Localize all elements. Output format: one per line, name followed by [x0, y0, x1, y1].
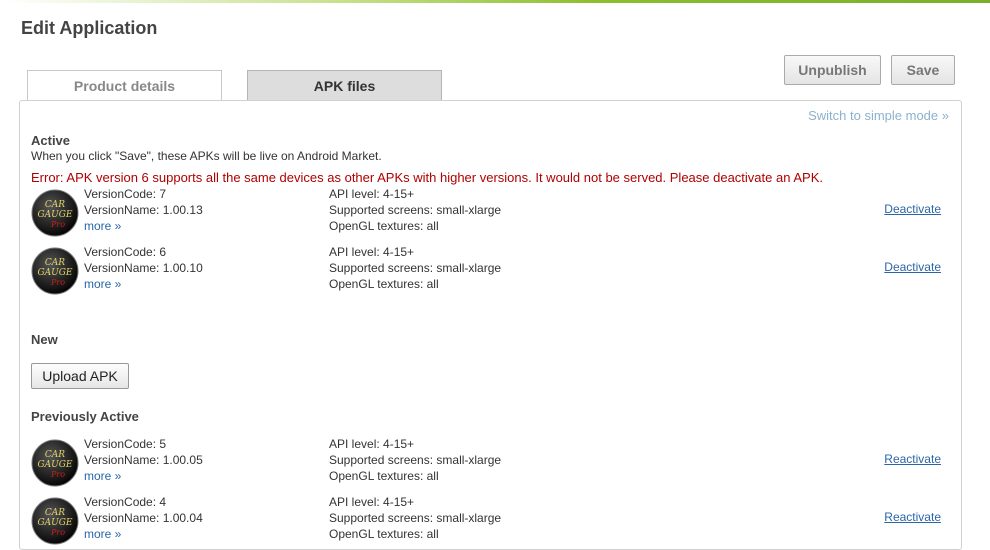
more-link[interactable]: more » [84, 468, 203, 484]
version-name: VersionName: 1.00.10 [84, 261, 203, 275]
opengl-textures: OpenGL textures: all [329, 219, 439, 233]
svg-text:GAUGE: GAUGE [37, 210, 72, 220]
svg-text:CAR: CAR [45, 508, 65, 518]
car-gauge-pro-icon: CAR GAUGE Pro [31, 497, 79, 545]
supported-screens: Supported screens: small-xlarge [329, 453, 502, 467]
tab-apk-files[interactable]: APK files [247, 70, 442, 100]
version-code: VersionCode: 5 [84, 437, 167, 451]
opengl-textures: OpenGL textures: all [329, 277, 439, 291]
api-level: API level: 4-15+ [329, 245, 415, 259]
svg-text:Pro: Pro [50, 278, 65, 287]
active-section-description: When you click "Save", these APKs will b… [31, 149, 382, 163]
car-gauge-pro-icon: CAR GAUGE Pro [31, 189, 79, 237]
unpublish-button[interactable]: Unpublish [784, 55, 881, 85]
supported-screens: Supported screens: small-xlarge [329, 261, 502, 275]
api-level: API level: 4-15+ [329, 187, 415, 201]
apk-row: CAR GAUGE Pro VersionCode: 7 VersionName: … [31, 187, 951, 241]
svg-text:GAUGE: GAUGE [37, 268, 72, 278]
switch-simple-mode-link[interactable]: Switch to simple mode » [808, 108, 949, 123]
version-code: VersionCode: 4 [84, 495, 167, 509]
svg-text:GAUGE: GAUGE [37, 518, 72, 528]
svg-text:Pro: Pro [50, 470, 65, 479]
opengl-textures: OpenGL textures: all [329, 469, 439, 483]
reactivate-link[interactable]: Reactivate [884, 452, 941, 466]
svg-text:GAUGE: GAUGE [37, 460, 72, 470]
top-accent-bar [0, 0, 990, 3]
more-link[interactable]: more » [84, 276, 203, 292]
active-section-title: Active [31, 133, 71, 148]
svg-text:Pro: Pro [50, 220, 65, 229]
reactivate-link[interactable]: Reactivate [884, 510, 941, 524]
deactivate-link[interactable]: Deactivate [884, 202, 941, 216]
upload-apk-button[interactable]: Upload APK [31, 363, 129, 389]
api-level: API level: 4-15+ [329, 437, 415, 451]
version-name: VersionName: 1.00.13 [84, 203, 203, 217]
apk-files-panel: Switch to simple mode » Active When you … [19, 100, 962, 550]
opengl-textures: OpenGL textures: all [329, 527, 439, 541]
supported-screens: Supported screens: small-xlarge [329, 511, 502, 525]
more-link[interactable]: more » [84, 218, 203, 234]
error-message: Error: APK version 6 supports all the sa… [31, 170, 823, 185]
svg-text:Pro: Pro [50, 528, 65, 537]
page-title: Edit Application [21, 18, 158, 38]
new-section-title: New [31, 332, 58, 347]
version-code: VersionCode: 6 [84, 245, 167, 259]
version-name: VersionName: 1.00.04 [84, 511, 203, 525]
supported-screens: Supported screens: small-xlarge [329, 203, 502, 217]
car-gauge-pro-icon: CAR GAUGE Pro [31, 439, 79, 487]
version-name: VersionName: 1.00.05 [84, 453, 203, 467]
svg-text:CAR: CAR [45, 450, 65, 460]
svg-text:CAR: CAR [45, 258, 65, 268]
apk-row: CAR GAUGE Pro VersionCode: 4 VersionName: … [31, 495, 951, 549]
previously-active-section-title: Previously Active [31, 409, 139, 424]
api-level: API level: 4-15+ [329, 495, 415, 509]
save-button[interactable]: Save [891, 55, 955, 85]
deactivate-link[interactable]: Deactivate [884, 260, 941, 274]
car-gauge-pro-icon: CAR GAUGE Pro [31, 247, 79, 295]
apk-row: CAR GAUGE Pro VersionCode: 5 VersionName: … [31, 437, 951, 491]
svg-text:CAR: CAR [45, 200, 65, 210]
tab-product-details[interactable]: Product details [27, 70, 222, 100]
version-code: VersionCode: 7 [84, 187, 167, 201]
more-link[interactable]: more » [84, 526, 203, 542]
apk-row: CAR GAUGE Pro VersionCode: 6 VersionName: … [31, 245, 951, 299]
